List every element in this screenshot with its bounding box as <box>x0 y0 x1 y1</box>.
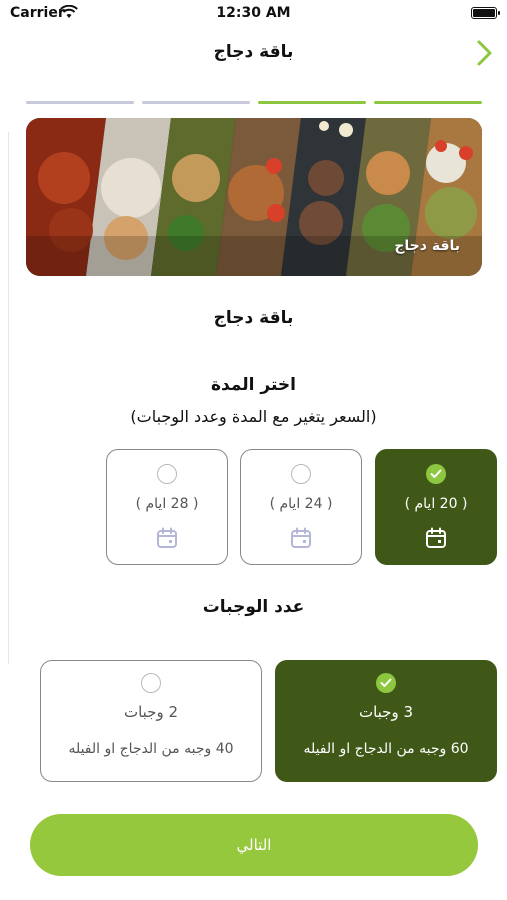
progress-segment <box>142 101 250 104</box>
duration-option[interactable]: ( 20 ايام ) <box>375 449 497 565</box>
step-progress <box>26 101 482 105</box>
progress-segment <box>258 101 366 104</box>
calendar-icon <box>157 527 177 548</box>
battery-icon <box>471 7 500 19</box>
next-button[interactable]: التالي <box>30 814 478 876</box>
page-title: باقة دجاج <box>213 42 294 62</box>
radio-button[interactable] <box>291 464 311 484</box>
banner-label: باقة دجاج <box>394 238 460 254</box>
check-icon <box>380 678 392 687</box>
meal-description: 40 وجبه من الدجاج او الفيله <box>68 741 234 757</box>
meal-description: 60 وجبه من الدجاج او الفيله <box>303 741 469 757</box>
check-icon <box>430 469 442 478</box>
package-name: باقة دجاج <box>213 308 294 328</box>
calendar-icon <box>291 527 311 548</box>
radio-button[interactable] <box>141 673 161 693</box>
divider <box>8 132 9 664</box>
chevron-right-icon[interactable] <box>472 38 496 68</box>
meal-option[interactable]: 3 وجبات 60 وجبه من الدجاج او الفيله <box>275 660 497 782</box>
meal-count: 2 وجبات <box>123 703 179 721</box>
progress-segment <box>374 101 482 104</box>
duration-label: ( 20 ايام ) <box>404 496 468 512</box>
status-bar: Carrier 12:30 AM <box>0 0 507 30</box>
radio-button[interactable] <box>376 673 396 693</box>
meal-count: 3 وجبات <box>358 703 414 721</box>
radio-button[interactable] <box>426 464 446 484</box>
radio-button[interactable] <box>157 464 177 484</box>
progress-segment <box>26 101 134 104</box>
duration-note: (السعر يتغير مع المدة وعدد الوجبات) <box>130 407 377 426</box>
calendar-icon <box>426 527 446 548</box>
status-time: 12:30 AM <box>216 5 291 21</box>
duration-option[interactable]: ( 24 ايام ) <box>240 449 362 565</box>
duration-label: ( 24 ايام ) <box>269 496 333 512</box>
duration-option[interactable]: ( 28 ايام ) <box>106 449 228 565</box>
package-banner: باقة دجاج <box>26 118 482 276</box>
meals-title: عدد الوجبات <box>202 597 305 617</box>
meal-option[interactable]: 2 وجبات 40 وجبه من الدجاج او الفيله <box>40 660 262 782</box>
duration-label: ( 28 ايام ) <box>135 496 199 512</box>
duration-title: اختر المدة <box>211 375 296 395</box>
